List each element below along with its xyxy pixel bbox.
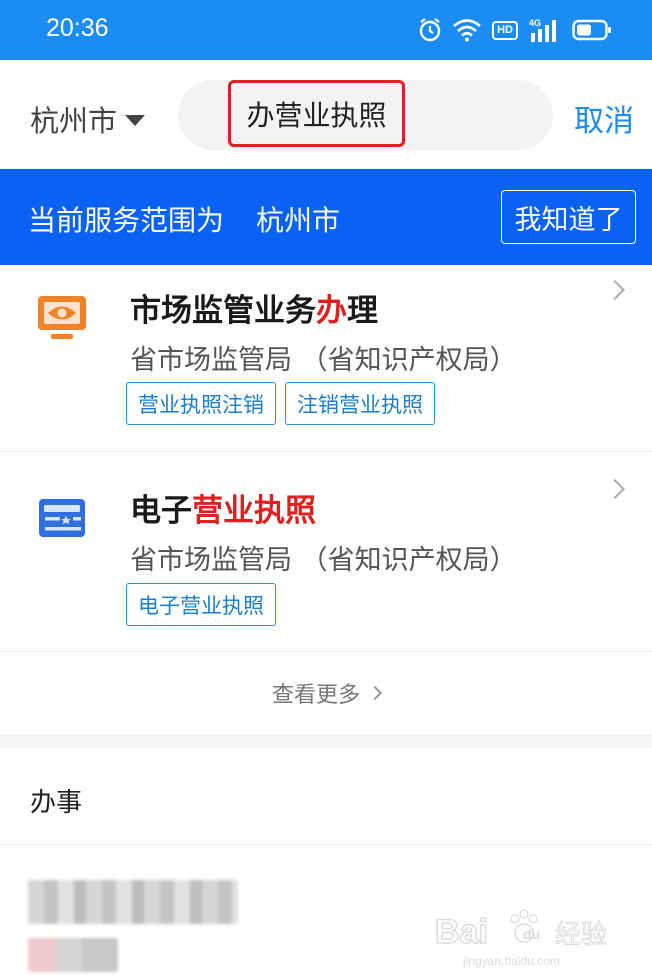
tag-electronic-license[interactable]: 电子营业执照 [126, 583, 276, 626]
result-tags: 营业执照注销 注销营业执照 [126, 382, 435, 425]
battery-icon [572, 19, 611, 41]
license-card-icon [36, 492, 88, 544]
result-title: 市场监管业务办理 [130, 285, 378, 330]
chevron-right-icon [605, 479, 625, 499]
status-icons: HD 4G [418, 15, 612, 45]
view-more-label: 查看更多 [271, 683, 360, 708]
chevron-right-icon [605, 280, 625, 300]
baidu-jingyan-watermark: Bai du 经验 jingyan.baidu.com [435, 909, 608, 968]
acknowledge-button[interactable]: 我知道了 [501, 190, 636, 244]
result-department: 省市场监管局 （省知识产权局） [130, 545, 517, 576]
chevron-right-icon [367, 685, 383, 701]
watermark-brand: Bai [435, 913, 488, 951]
result-department: 省市场监管局 （省知识产权局） [130, 345, 517, 376]
tag-cancel-license[interactable]: 注销营业执照 [285, 382, 435, 425]
result-tags: 电子营业执照 [126, 583, 276, 626]
status-time: 20:36 [46, 14, 109, 42]
alarm-icon [419, 18, 441, 42]
blurred-item-text[interactable] [28, 880, 238, 924]
wifi-icon [453, 19, 481, 42]
cancel-button[interactable]: 取消 [574, 96, 634, 140]
search-query-text[interactable]: 办营业执照 [228, 80, 405, 147]
title-highlight: 营业执照 [192, 493, 316, 529]
service-range-label: 当前服务范围为 [28, 204, 225, 237]
monitor-eye-icon [36, 292, 88, 344]
svg-text:4G: 4G [529, 18, 541, 28]
section-divider [0, 734, 652, 748]
watermark-cn: 经验 [555, 920, 607, 950]
section-title: 办事 [30, 788, 83, 818]
city-name: 杭州市 [30, 104, 118, 138]
view-more-button[interactable]: 查看更多 [0, 652, 652, 734]
result-card[interactable]: 市场监管业务办理 省市场监管局 （省知识产权局） 营业执照注销 注销营业执照 [0, 265, 652, 452]
hd-badge: HD [492, 20, 518, 40]
title-part: 电子 [130, 493, 192, 529]
service-range-banner: 当前服务范围为 杭州市 我知道了 [0, 169, 652, 265]
result-card[interactable]: 电子营业执照 省市场监管局 （省知识产权局） 电子营业执照 [0, 452, 652, 652]
watermark-url: jingyan.baidu.com [462, 954, 560, 968]
tag-license-cancellation[interactable]: 营业执照注销 [126, 382, 276, 425]
search-header: 杭州市 办营业执照 取消 [0, 60, 652, 169]
caret-down-icon [125, 114, 146, 126]
title-part: 理 [347, 293, 378, 329]
city-selector[interactable]: 杭州市 [30, 98, 146, 140]
cellular-4g-icon: 4G [529, 18, 556, 42]
status-bar: 20:36 HD 4G [0, 0, 652, 60]
title-part: 市场监管业务 [130, 293, 316, 329]
section-header: 办事 [0, 748, 652, 845]
service-range-city: 杭州市 [256, 204, 341, 237]
title-highlight: 办 [316, 293, 347, 329]
search-input[interactable]: 办营业执照 [178, 80, 553, 150]
watermark-brand-suffix: du [523, 926, 540, 942]
result-title: 电子营业执照 [130, 485, 316, 530]
blurred-item-text[interactable] [28, 938, 118, 972]
